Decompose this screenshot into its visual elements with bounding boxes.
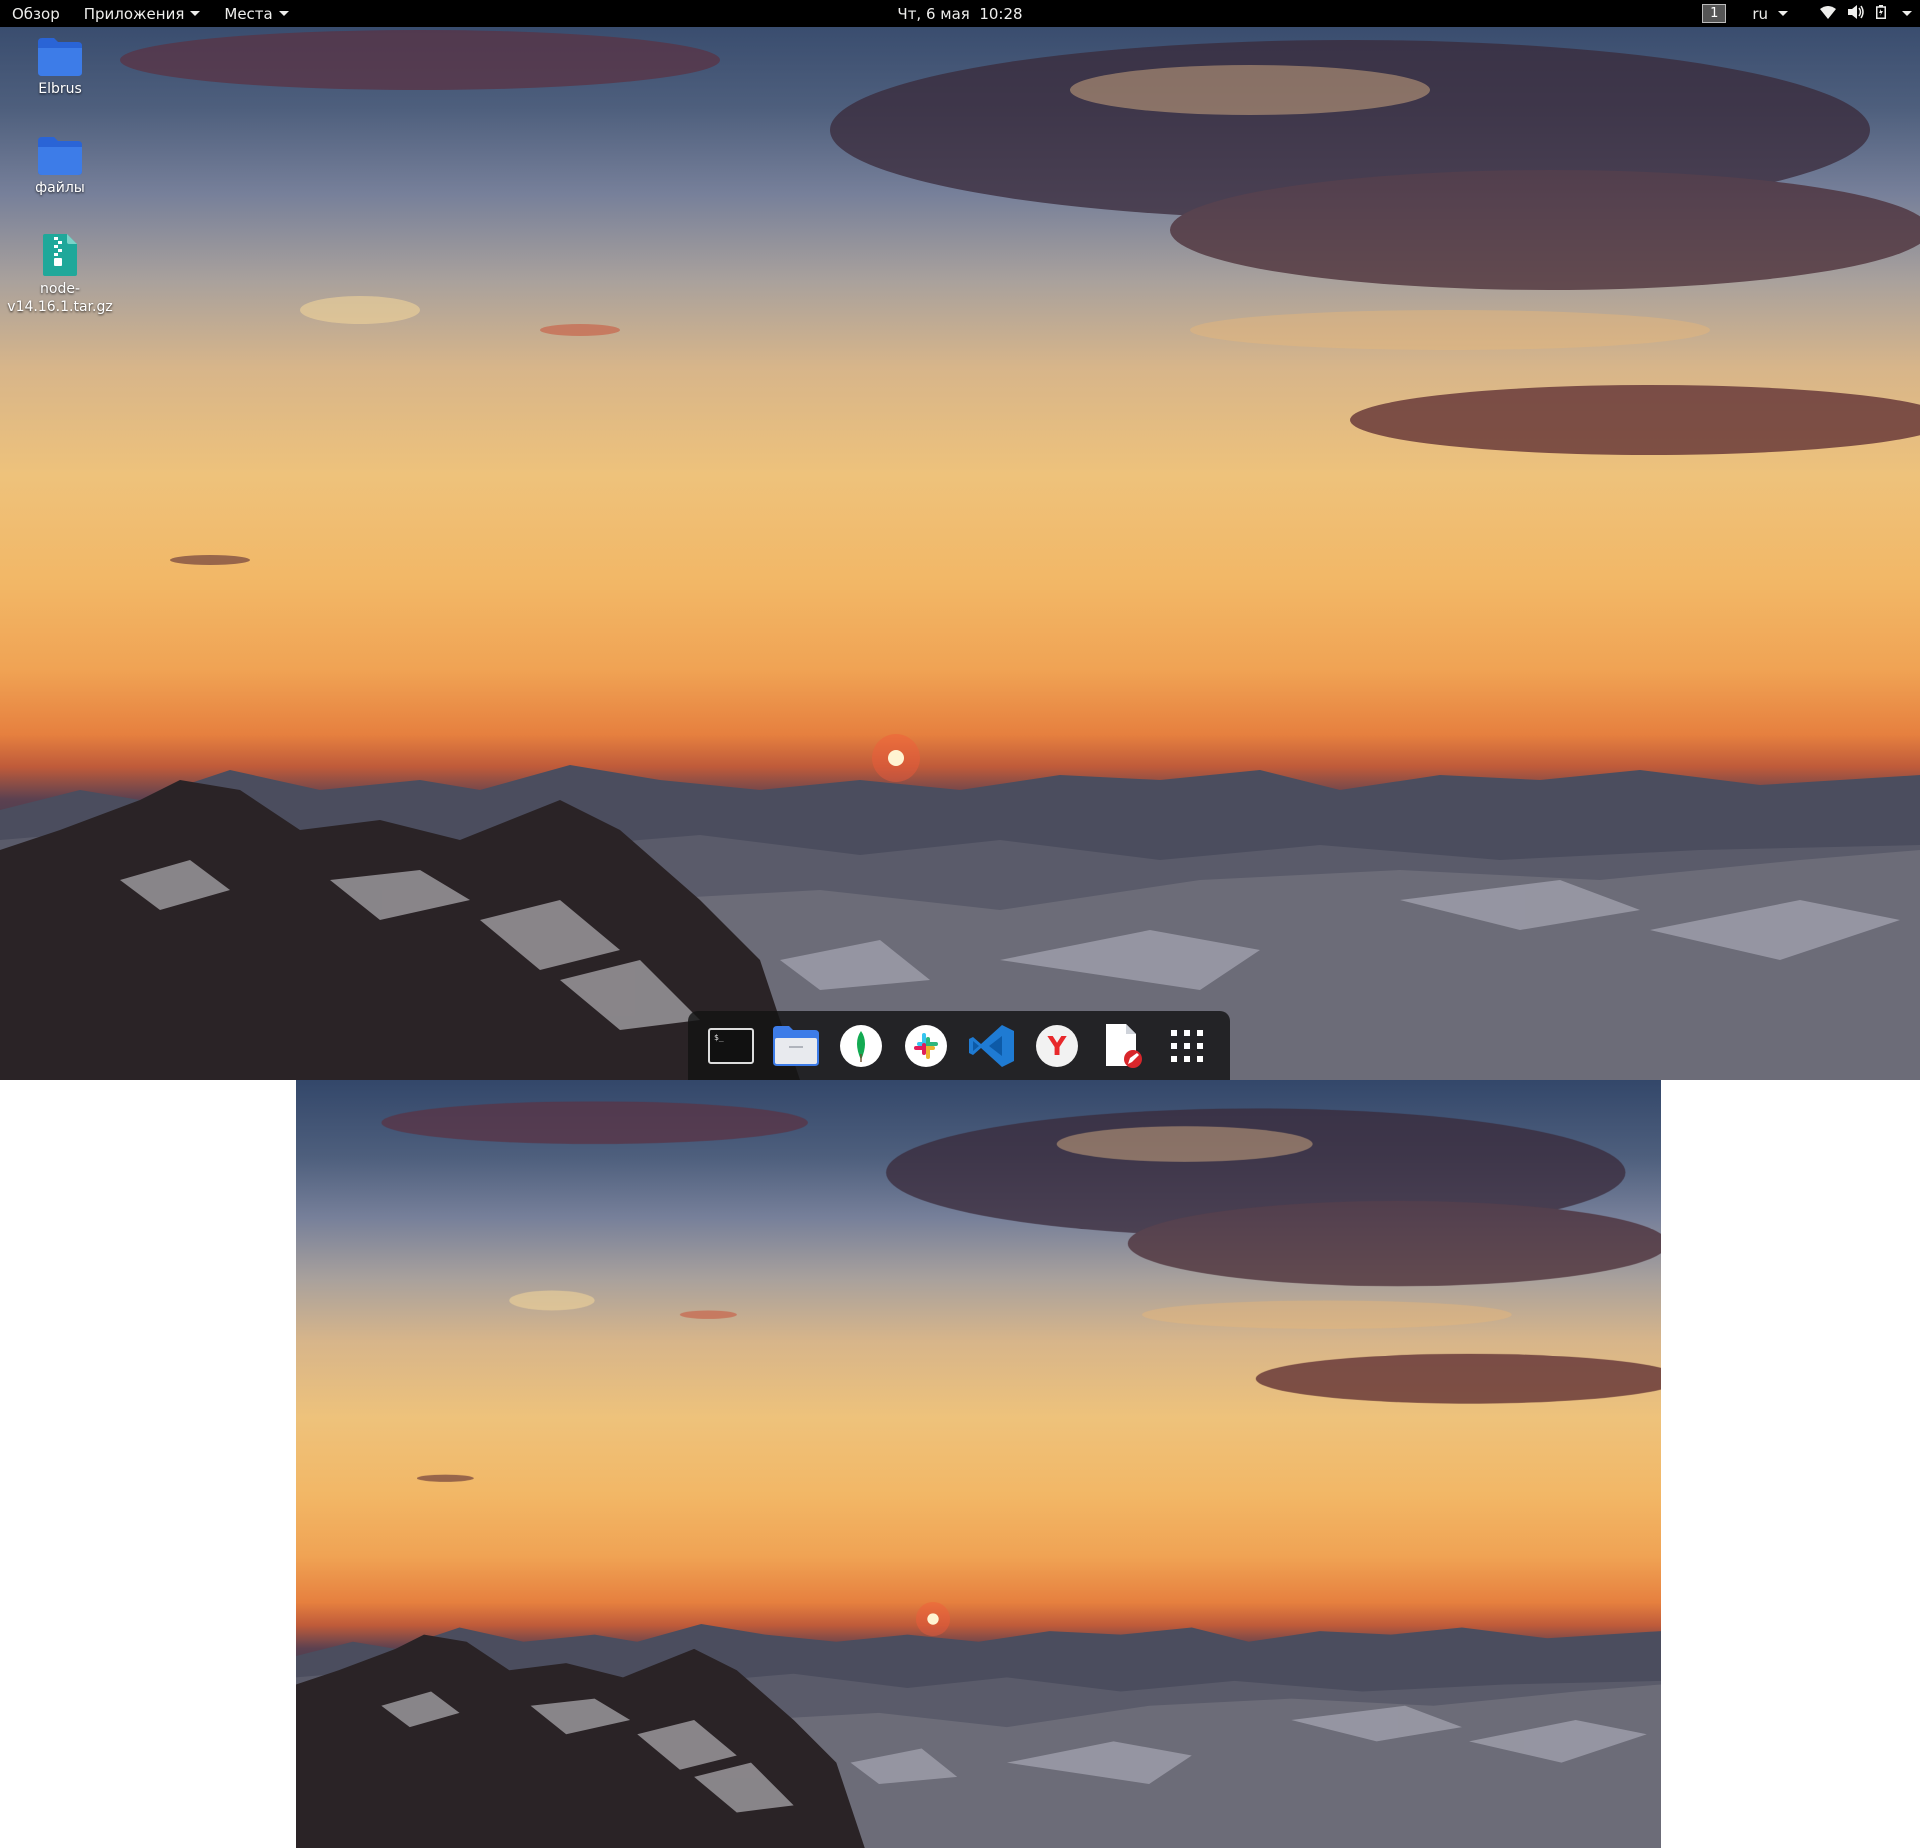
places-label: Места [224,4,273,23]
system-tray: 1 ru [1702,0,1912,27]
vscode-icon [968,1024,1014,1067]
folder-icon [38,137,82,175]
archive-icon [43,234,77,276]
dock-yandex-browser[interactable]: Y [1028,1017,1086,1075]
slack-icon [905,1024,948,1067]
desktop-icon-label-line1: node- [40,281,80,297]
dock-visual-studio-code[interactable] [963,1017,1021,1075]
places-menu[interactable]: Места [212,0,300,27]
applications-menu[interactable]: Приложения [72,0,213,27]
language-indicator[interactable]: ru [1752,5,1788,23]
chevron-down-icon [190,11,201,16]
dock-files[interactable] [767,1017,825,1075]
dock: $_ Y [688,1011,1230,1080]
battery-icon[interactable] [1876,4,1886,23]
desktop-icon-node-archive[interactable]: node- v14.16.1.tar.gz [5,234,115,316]
activities-label: Обзор [12,4,60,23]
top-bar: Обзор Приложения Места Чт, 6 мая 10:28 1… [0,0,1920,27]
workspace-indicator[interactable]: 1 [1702,4,1727,23]
desktop-icon-label-line2: v14.16.1.tar.gz [7,299,113,315]
language-label: ru [1752,4,1768,23]
main-desktop[interactable]: Обзор Приложения Места Чт, 6 мая 10:28 1… [0,0,1920,1080]
desktop-icon-elbrus[interactable]: Elbrus [5,38,115,98]
dock-slack[interactable] [897,1017,955,1075]
svg-text:$_: $_ [714,1033,724,1042]
chevron-down-icon [278,11,289,16]
files-icon [772,1025,819,1066]
svg-text:Y: Y [1046,1032,1067,1062]
desktop-icon-label: Elbrus [38,81,82,97]
dock-mongodb-compass[interactable] [832,1017,890,1075]
terminal-icon: $_ [707,1027,754,1064]
clock-button[interactable]: Чт, 6 мая 10:28 [885,0,1034,27]
desktop-icon-files[interactable]: файлы [5,137,115,197]
desktop-icon-label: файлы [35,180,85,196]
chevron-down-icon [1778,11,1788,16]
clock-label: Чт, 6 мая 10:28 [897,4,1023,23]
activities-button[interactable]: Обзор [0,0,72,27]
mongodb-compass-icon [840,1024,883,1067]
secondary-desktop[interactable] [296,1080,1661,1848]
wifi-icon[interactable] [1820,5,1836,23]
app-grid-icon [1171,1029,1204,1062]
dock-show-applications[interactable] [1158,1017,1216,1075]
folder-icon [38,38,82,76]
yandex-browser-icon: Y [1035,1024,1078,1067]
dock-text-editor[interactable] [1093,1017,1151,1075]
power-menu-chevron-icon[interactable] [1902,11,1912,16]
wallpaper [0,30,1920,1080]
volume-icon[interactable] [1848,4,1864,23]
wallpaper [296,1101,1661,1848]
text-editor-icon [1106,1023,1143,1068]
dock-terminal[interactable]: $_ [702,1017,760,1075]
applications-label: Приложения [83,4,185,23]
